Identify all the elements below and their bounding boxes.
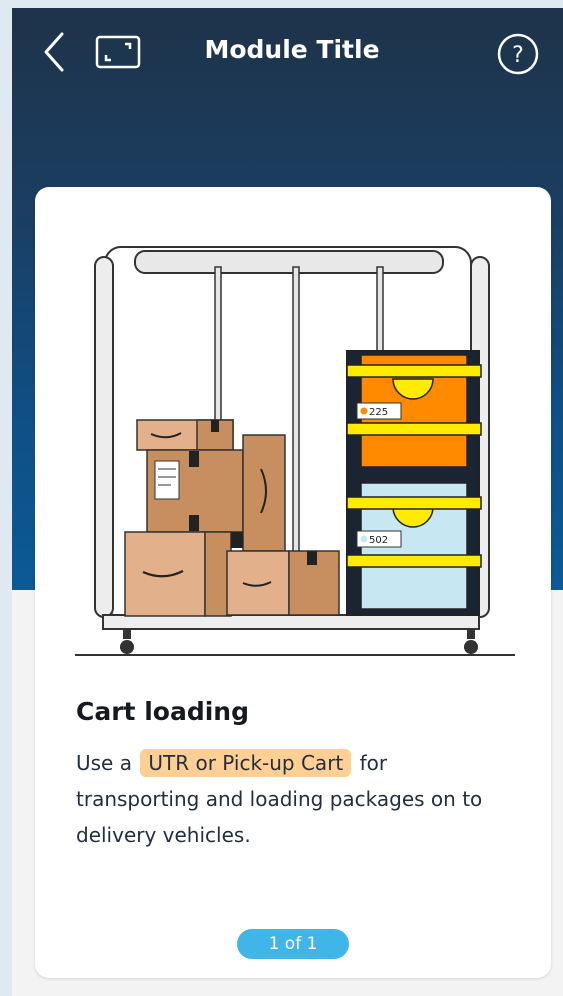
tote-label-225: 225 xyxy=(369,407,388,418)
highlighted-term: UTR or Pick-up Cart xyxy=(140,749,352,777)
tote-label-502: 502 xyxy=(369,535,388,546)
chevron-left-icon xyxy=(44,32,64,72)
page-indicator: 1 of 1 xyxy=(237,929,349,959)
card-heading: Cart loading xyxy=(76,697,249,726)
cart-loading-illustration: 225 502 xyxy=(75,246,515,656)
app-screen: Module Title ? 225 502 Cart loading Use … xyxy=(12,8,563,996)
help-button[interactable]: ? xyxy=(496,32,540,76)
card-body: Use a UTR or Pick-up Cart for transporti… xyxy=(76,745,516,853)
back-button[interactable] xyxy=(38,30,74,74)
page-title: Module Title xyxy=(204,35,380,64)
expand-icon xyxy=(95,35,141,69)
svg-text:?: ? xyxy=(512,43,524,68)
top-bar: Module Title ? xyxy=(12,8,563,98)
help-icon: ? xyxy=(497,33,539,75)
expand-button[interactable] xyxy=(94,34,142,70)
content-card: 225 502 Cart loading Use a UTR or Pick-u… xyxy=(35,187,551,978)
body-prefix: Use a xyxy=(76,751,132,775)
